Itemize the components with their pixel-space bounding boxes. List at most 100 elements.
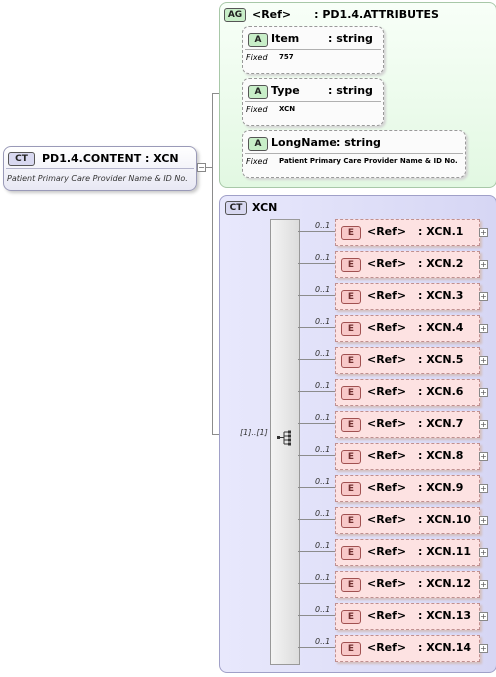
element-connector <box>298 423 335 424</box>
element-badge-icon: E <box>341 258 361 272</box>
element-badge-icon: E <box>341 418 361 432</box>
expand-icon[interactable]: + <box>479 260 488 269</box>
attribute-longname[interactable]: A LongName : string Fixed Patient Primar… <box>242 130 466 178</box>
element-ref-box[interactable]: E <Ref>: XCN.5 <box>335 347 480 374</box>
element-badge-icon: E <box>341 610 361 624</box>
element-ref-box[interactable]: E <Ref>: XCN.10 <box>335 507 480 534</box>
element-ref: <Ref> <box>367 641 407 654</box>
element-badge-icon: E <box>341 546 361 560</box>
element-badge-icon: E <box>341 322 361 336</box>
element-type: : XCN.3 <box>418 289 464 302</box>
element-type: : XCN.8 <box>418 449 464 462</box>
element-type: : XCN.14 <box>418 641 472 654</box>
element-ref-box[interactable]: E <Ref> : XCN.8 <box>335 443 480 470</box>
ct-badge-icon: CT <box>8 152 35 166</box>
element-occurrence: 0..1 <box>315 637 331 646</box>
element-ref-box[interactable]: E <Ref>: XCN.2 <box>335 251 480 278</box>
element-connector <box>298 487 335 488</box>
element-connector <box>298 455 335 456</box>
element-badge-icon: E <box>341 482 361 496</box>
element-connector <box>298 583 335 584</box>
attribute-item[interactable]: A Item : string Fixed 757 <box>242 26 384 74</box>
attribute-fixed-value: XCN <box>279 105 296 113</box>
element-connector <box>298 615 335 616</box>
element-connector <box>298 391 335 392</box>
element-occurrence: 0..1 <box>315 253 331 262</box>
element-type: : XCN.12 <box>418 577 472 590</box>
root-complex-type[interactable]: CT PD1.4.CONTENT : XCN Patient Primary C… <box>3 146 197 191</box>
element-ref-box[interactable]: E <Ref>: XCN.11 <box>335 539 480 566</box>
element-ref-box[interactable]: E <Ref>: XCN.12 <box>335 571 480 598</box>
attribute-divider <box>245 153 463 154</box>
expand-icon[interactable]: + <box>479 420 488 429</box>
element-type: : XCN.10 <box>418 513 472 526</box>
element-type: : XCN.1 <box>418 225 464 238</box>
expand-icon[interactable]: + <box>479 484 488 493</box>
attribute-badge-icon: A <box>248 33 268 47</box>
element-ref-box[interactable]: E <Ref> : XCN.7 <box>335 411 480 438</box>
connector-trunk <box>212 93 213 434</box>
element-connector <box>298 231 335 232</box>
expand-icon[interactable]: + <box>479 516 488 525</box>
element-ref: <Ref> <box>367 353 407 366</box>
element-ref-box[interactable]: E <Ref>: XCN.3 <box>335 283 480 310</box>
element-type: : XCN.6 <box>418 385 464 398</box>
element-connector <box>298 551 335 552</box>
element-type: : XCN.4 <box>418 321 464 334</box>
expand-icon[interactable]: + <box>479 388 488 397</box>
expand-icon[interactable]: + <box>479 580 488 589</box>
element-occurrence: 0..1 <box>315 509 331 518</box>
attribute-type: : string <box>328 84 373 97</box>
element-ref-box[interactable]: E <Ref>: XCN.6 <box>335 379 480 406</box>
element-ref: <Ref> <box>367 257 407 270</box>
attribute-fixed-label: Fixed <box>246 157 268 166</box>
element-ref: <Ref> <box>367 449 407 462</box>
ct-title: XCN <box>252 201 278 214</box>
element-connector <box>298 359 335 360</box>
expand-icon[interactable]: + <box>479 292 488 301</box>
element-ref: <Ref> <box>367 545 407 558</box>
element-type: : XCN.7 <box>418 417 464 430</box>
attribute-fixed-value: 757 <box>279 53 294 61</box>
root-documentation: Patient Primary Care Provider Name & ID … <box>7 174 188 183</box>
element-connector <box>298 519 335 520</box>
attribute-group[interactable]: AG <Ref> : PD1.4.ATTRIBUTES A Item : str… <box>219 2 496 188</box>
attribute-name: Item <box>271 32 300 45</box>
expand-icon[interactable]: + <box>479 548 488 557</box>
attribute-badge-icon: A <box>248 137 268 151</box>
attribute-name: Type <box>271 84 300 97</box>
element-ref-box[interactable]: E <Ref> : XCN.14 <box>335 635 480 662</box>
element-ref-box[interactable]: E <Ref>: XCN.13 <box>335 603 480 630</box>
attribute-fixed-value: Patient Primary Care Provider Name & ID … <box>279 157 458 165</box>
expand-icon[interactable]: + <box>479 356 488 365</box>
element-ref: <Ref> <box>367 513 407 526</box>
sequence-icon <box>277 430 291 446</box>
element-ref-box[interactable]: E <Ref>: XCN.1 <box>335 219 480 246</box>
element-occurrence: 0..1 <box>315 477 331 486</box>
attribute-type-attr[interactable]: A Type : string Fixed XCN <box>242 78 384 126</box>
attribute-type: : string <box>328 32 373 45</box>
expand-icon[interactable]: + <box>479 324 488 333</box>
element-badge-icon: E <box>341 450 361 464</box>
attribute-name: LongName <box>271 136 337 149</box>
root-collapse-icon[interactable]: − <box>197 163 206 172</box>
element-badge-icon: E <box>341 642 361 656</box>
expand-icon[interactable]: + <box>479 452 488 461</box>
element-occurrence: 0..1 <box>315 285 331 294</box>
expand-icon[interactable]: + <box>479 612 488 621</box>
element-ref: <Ref> <box>367 321 407 334</box>
expand-icon[interactable]: + <box>479 228 488 237</box>
attribute-type: : string <box>336 136 381 149</box>
element-type: : XCN.5 <box>418 353 464 366</box>
element-badge-icon: E <box>341 386 361 400</box>
element-connector <box>298 295 335 296</box>
element-ref-box[interactable]: E <Ref>: XCN.9 <box>335 475 480 502</box>
attribute-fixed-label: Fixed <box>246 105 268 114</box>
element-occurrence: 0..1 <box>315 317 331 326</box>
element-ref: <Ref> <box>367 417 407 430</box>
expand-icon[interactable]: + <box>479 644 488 653</box>
element-ref: <Ref> <box>367 577 407 590</box>
attribute-divider <box>245 101 381 102</box>
ag-title: <Ref> : PD1.4.ATTRIBUTES <box>252 8 439 21</box>
element-ref-box[interactable]: E <Ref> : XCN.4 <box>335 315 480 342</box>
